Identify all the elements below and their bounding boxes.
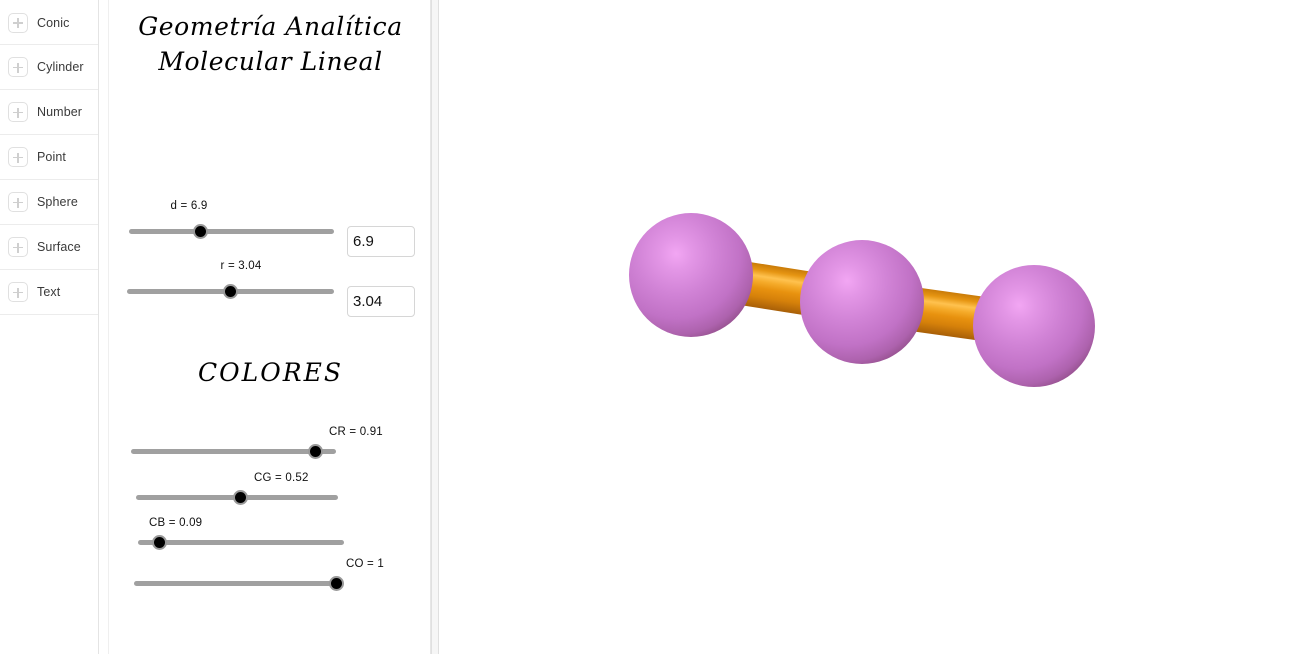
slider-d-thumb[interactable]	[193, 224, 208, 239]
page-title-line1: Geometría Analítica	[138, 12, 403, 41]
slider-cb[interactable]: CB = 0.09	[109, 511, 431, 556]
slider-d-track[interactable]	[129, 229, 334, 234]
sidebar-item-cylinder[interactable]: Cylinder	[0, 45, 98, 90]
page-title: Geometría Analítica Molecular Lineal	[109, 9, 431, 79]
slider-cg-label: CG = 0.52	[254, 472, 309, 484]
sidebar-item-label: Surface	[37, 240, 81, 254]
sidebar-item-label: Text	[37, 285, 61, 299]
slider-cb-track[interactable]	[138, 540, 344, 545]
d-value-input[interactable]	[347, 226, 415, 257]
plus-icon[interactable]	[8, 102, 28, 122]
slider-cr[interactable]: CR = 0.91	[109, 420, 431, 465]
algebra-panel-inner: Geometría Analítica Molecular Lineal d =…	[108, 0, 431, 654]
atom-group	[629, 213, 1095, 387]
slider-r-label: r = 3.04	[220, 260, 262, 272]
page-title-line2: Molecular Lineal	[158, 47, 383, 76]
sidebar-item-label: Sphere	[37, 195, 78, 209]
slider-co-track[interactable]	[134, 581, 343, 586]
panel-splitter[interactable]	[431, 0, 439, 654]
geogebra-applet: Conic Cylinder Number Point Sphere Surfa…	[0, 0, 1292, 654]
sidebar-item-label: Conic	[37, 15, 70, 30]
atom-2[interactable]	[800, 240, 924, 364]
sidebar-item-text[interactable]: Text	[0, 270, 98, 315]
plus-icon[interactable]	[8, 12, 28, 33]
sidebar-item-surface[interactable]: Surface	[0, 225, 98, 270]
molecule-model[interactable]	[439, 0, 1292, 654]
slider-cg-thumb[interactable]	[233, 490, 248, 505]
plus-icon[interactable]	[8, 237, 28, 257]
slider-co-label: CO = 1	[346, 558, 384, 570]
atom-1[interactable]	[629, 213, 753, 337]
sidebar-item-conic[interactable]: Conic	[0, 0, 98, 45]
plus-icon[interactable]	[8, 57, 28, 77]
sidebar-item-point[interactable]: Point	[0, 135, 98, 180]
graphics-3d-view[interactable]	[439, 0, 1292, 654]
atom-3[interactable]	[973, 265, 1095, 387]
slider-cr-thumb[interactable]	[308, 444, 323, 459]
sidebar-item-number[interactable]: Number	[0, 90, 98, 135]
slider-co[interactable]: CO = 1	[109, 552, 431, 597]
sidebar-item-sphere[interactable]: Sphere	[0, 180, 98, 225]
plus-icon[interactable]	[8, 147, 28, 167]
slider-cg[interactable]: CG = 0.52	[109, 466, 431, 511]
colors-heading: COLORES	[198, 358, 343, 387]
plus-icon[interactable]	[8, 282, 28, 302]
algebra-panel: Geometría Analítica Molecular Lineal d =…	[100, 0, 431, 654]
slider-co-thumb[interactable]	[329, 576, 344, 591]
tool-sidebar: Conic Cylinder Number Point Sphere Surfa…	[0, 0, 99, 654]
slider-cb-label: CB = 0.09	[149, 517, 203, 529]
slider-d-label: d = 6.9	[170, 200, 208, 212]
plus-icon[interactable]	[8, 192, 28, 212]
r-value-input[interactable]	[347, 286, 415, 317]
sidebar-item-label: Cylinder	[37, 60, 84, 74]
sidebar-item-label: Point	[37, 150, 66, 164]
slider-cr-label: CR = 0.91	[329, 426, 383, 438]
sidebar-item-label: Number	[37, 105, 83, 119]
slider-cr-track[interactable]	[131, 449, 336, 454]
slider-cb-thumb[interactable]	[152, 535, 167, 550]
slider-r-thumb[interactable]	[223, 284, 238, 299]
